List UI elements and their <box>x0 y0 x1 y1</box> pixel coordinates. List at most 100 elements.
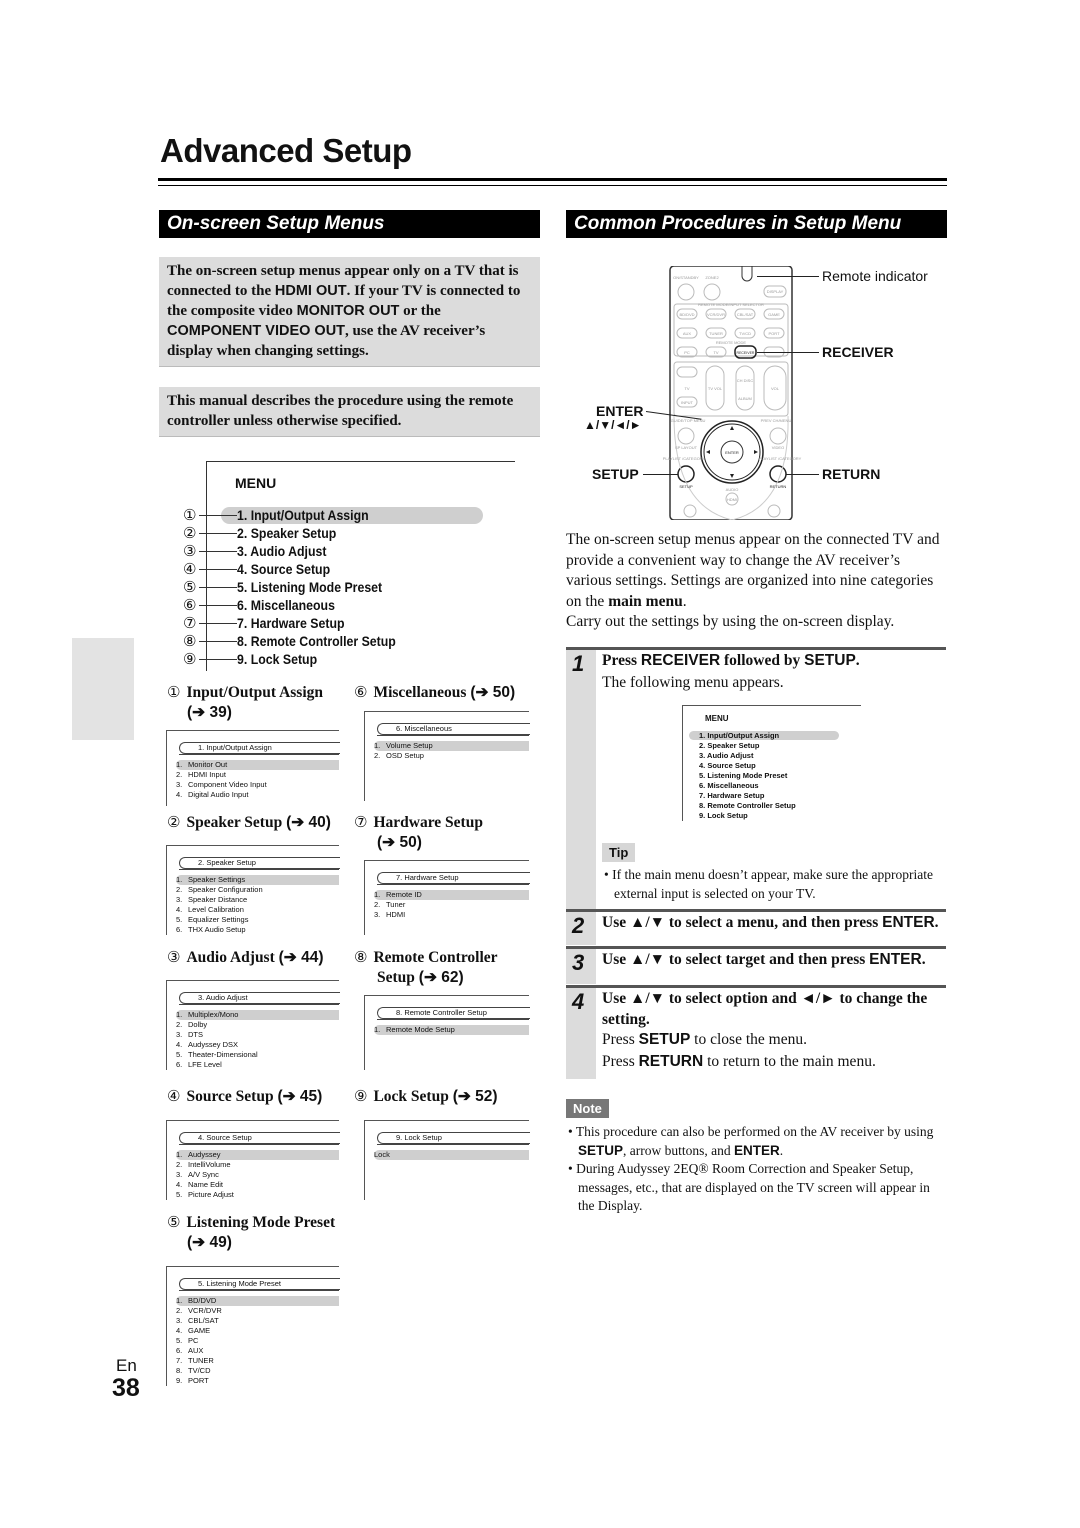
menu-frame-line <box>683 705 861 706</box>
submenu-item[interactable]: 8. TV/CD <box>176 1366 211 1376</box>
key-on-standby[interactable]: ON/STANDBY <box>673 275 699 280</box>
callout-number: ⑨ <box>183 650 197 668</box>
small-menu-item[interactable]: 5. Listening Mode Preset <box>699 771 787 780</box>
submenu-item[interactable]: 2. Dolby <box>176 1020 207 1030</box>
submenu-item[interactable]: 3. HDMI <box>374 910 405 920</box>
submenu-item[interactable]: 7. TUNER <box>176 1356 214 1366</box>
submenu-item[interactable]: 2. OSD Setup <box>374 751 424 761</box>
submenu-item[interactable]: 9. PORT <box>176 1376 209 1386</box>
submenu-item[interactable]: 1. Remote Mode Setup <box>374 1025 529 1035</box>
submenu-item[interactable]: 1. Remote ID <box>374 890 529 900</box>
small-menu-item[interactable]: 1. Input/Output Assign <box>699 731 779 740</box>
key-tv-vol[interactable]: TV VOL <box>708 386 723 391</box>
key-playlist-left[interactable]: PLAYLIST /CATEGORY <box>663 456 706 461</box>
small-menu-item[interactable]: 9. Lock Setup <box>699 811 748 820</box>
submenu-item[interactable]: 1. Multiplex/Mono <box>176 1010 339 1020</box>
submenu-item[interactable]: 1. Volume Setup <box>374 741 529 751</box>
submenu-item[interactable]: 4. Level Calibration <box>176 905 244 915</box>
menu-item[interactable]: 3. Audio Adjust <box>237 542 326 560</box>
key-tv-cd[interactable]: TV/CD <box>739 331 751 336</box>
key-zone2[interactable]: ZONE2 <box>705 275 719 280</box>
submenu-heading-2: ② Speaker Setup (➔ 40) <box>167 812 357 833</box>
key-game[interactable]: GAME <box>768 312 780 317</box>
submenu-item[interactable]: 1. Speaker Settings <box>176 875 339 885</box>
submenu-title: Audio Adjust <box>186 949 275 966</box>
submenu-item[interactable]: 2. VCR/DVR <box>176 1306 222 1316</box>
key-bd-dvd[interactable]: BD/DVD <box>679 312 694 317</box>
key-return[interactable]: RETURN <box>770 484 787 489</box>
submenu-item[interactable]: 6. AUX <box>176 1346 203 1356</box>
menu-item[interactable]: 4. Source Setup <box>237 560 330 578</box>
submenu-item[interactable]: 4. GAME <box>176 1326 210 1336</box>
key-pc[interactable]: PC <box>684 350 690 355</box>
key-album[interactable]: ALBUM <box>738 396 752 401</box>
page-title: Advanced Setup <box>160 132 412 169</box>
callout-4: ④ <box>183 560 237 578</box>
submenu-item[interactable]: 2. IntelliVolume <box>176 1160 231 1170</box>
submenu-item[interactable]: 5. Picture Adjust <box>176 1190 234 1200</box>
submenu-item[interactable]: 1. Monitor Out <box>176 760 339 770</box>
key-tuner[interactable]: TUNER <box>709 331 723 336</box>
menu-item[interactable]: 5. Listening Mode Preset <box>237 578 382 596</box>
menu-item[interactable]: 2. Speaker Setup <box>237 524 336 542</box>
submenu-item[interactable]: 5. PC <box>176 1336 198 1346</box>
menu-title: MENU <box>235 475 277 491</box>
key-playlist-right[interactable]: PLAYLIST /CATEGORY <box>759 456 802 461</box>
submenu-item[interactable]: 5. Equalizer Settings <box>176 915 248 925</box>
submenu-item[interactable]: 1. BD/DVD <box>176 1296 339 1306</box>
submenu-item-label: Audyssey DSX <box>188 1040 239 1049</box>
submenu-heading-4: ④ Source Setup (➔ 45) <box>167 1086 357 1107</box>
key-setup[interactable]: SETUP <box>679 484 693 489</box>
key-video[interactable]: VIDEO <box>772 445 784 450</box>
key-receiver[interactable]: RECEIVER <box>737 351 755 355</box>
menu-item[interactable]: 1. Input/Output Assign <box>237 506 369 524</box>
key-port[interactable]: PORT <box>768 331 780 336</box>
key-cbl-sat[interactable]: CBL/SAT <box>737 312 754 317</box>
submenu-item[interactable]: 5. Theater-Dimensional <box>176 1050 258 1060</box>
key-vcr-dvr[interactable]: VCR/DVR <box>707 312 725 317</box>
small-menu-item[interactable]: 8. Remote Controller Setup <box>699 801 796 810</box>
submenu-item[interactable]: 3. DTS <box>176 1030 203 1040</box>
submenu-item[interactable]: 4. Digital Audio Input <box>176 790 248 800</box>
submenu-item[interactable]: 2. HDMI Input <box>176 770 226 780</box>
submenu-item[interactable]: 3. Component Video Input <box>176 780 267 790</box>
key-vol[interactable]: VOL <box>771 386 780 391</box>
submenu-item[interactable]: 2. Speaker Configuration <box>176 885 263 895</box>
submenu-item[interactable]: 6. LFE Level <box>176 1060 222 1070</box>
key-hdmi[interactable]: HDMI <box>727 497 737 502</box>
key-prev-ch-menu[interactable]: PREV CH/MENU <box>761 418 792 423</box>
submenu-item[interactable]: 3. CBL/SAT <box>176 1316 219 1326</box>
submenu-box-9: 9. Lock Setup Lock <box>364 1120 530 1200</box>
menu-frame-line <box>167 845 339 846</box>
submenu-item-label: THX Audio Setup <box>188 925 246 934</box>
small-menu-item[interactable]: 6. Miscellaneous <box>699 781 759 790</box>
small-menu-item[interactable]: 4. Source Setup <box>699 761 756 770</box>
submenu-item[interactable]: 4. Name Edit <box>176 1180 223 1190</box>
step-text: Use ▲/▼ to select a menu, and then press <box>602 914 883 931</box>
submenu-item[interactable]: Lock <box>374 1150 529 1160</box>
small-menu-item[interactable]: 7. Hardware Setup <box>699 791 764 800</box>
pill-underline <box>377 1019 529 1020</box>
submenu-item[interactable]: 3. A/V Sync <box>176 1170 219 1180</box>
key-sp-layout[interactable]: SP LAYOUT <box>675 445 698 450</box>
submenu-item[interactable]: 6. THX Audio Setup <box>176 925 246 935</box>
submenu-item[interactable]: 4. Audyssey DSX <box>176 1040 238 1050</box>
menu-item[interactable]: 6. Miscellaneous <box>237 596 335 614</box>
submenu-item-label: Multiplex/Mono <box>188 1010 239 1019</box>
key-input[interactable]: INPUT <box>681 400 694 405</box>
menu-item[interactable]: 9. Lock Setup <box>237 650 317 668</box>
submenu-item[interactable]: 2. Tuner <box>374 900 405 910</box>
key-tv[interactable]: TV <box>713 350 718 355</box>
key-ch-disc[interactable]: CH DISC <box>737 378 754 383</box>
key-enter[interactable]: ENTER <box>725 450 739 455</box>
submenu-item[interactable]: 3. Speaker Distance <box>176 895 247 905</box>
submenu-item[interactable]: 1. Audyssey <box>176 1150 339 1160</box>
step-3: 3 Use ▲/▼ to select target and then pres… <box>566 946 946 984</box>
key-display[interactable]: DISPLAY <box>767 289 784 294</box>
key-aux[interactable]: AUX <box>683 331 692 336</box>
small-menu-item[interactable]: 2. Speaker Setup <box>699 741 759 750</box>
small-menu-item[interactable]: 3. Audio Adjust <box>699 751 753 760</box>
menu-item[interactable]: 7. Hardware Setup <box>237 614 344 632</box>
menu-item[interactable]: 8. Remote Controller Setup <box>237 632 396 650</box>
submenu-item-number: 7. <box>176 1356 183 1365</box>
